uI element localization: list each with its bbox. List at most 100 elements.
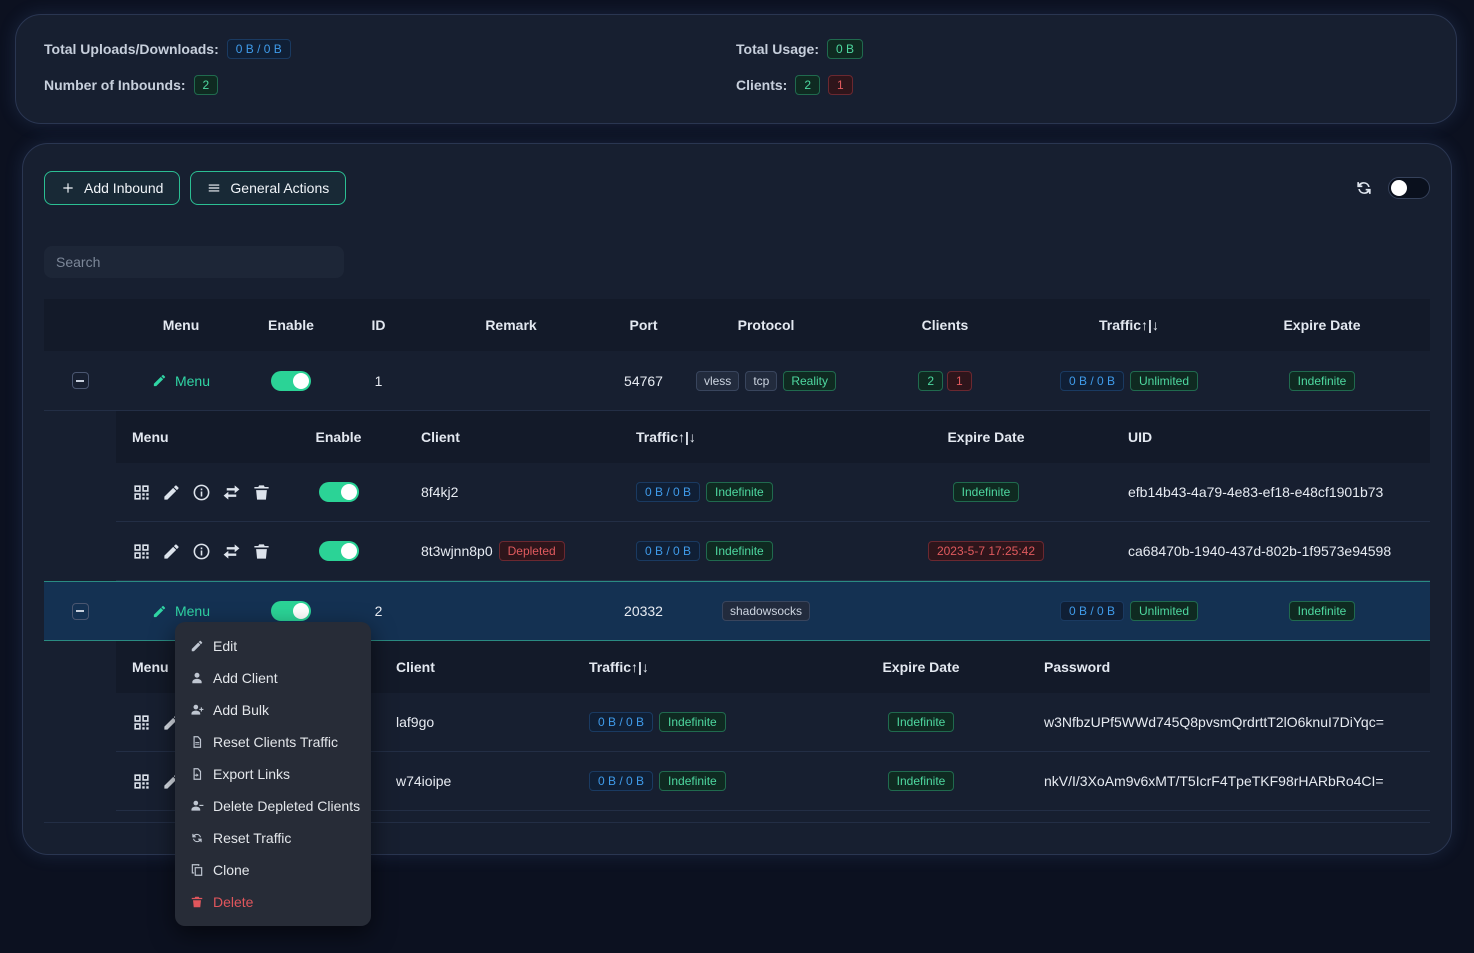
client-expire: Indefinite (881, 482, 1091, 502)
reset-traffic-icon[interactable] (222, 542, 241, 561)
menu-item-reset-clients-traffic[interactable]: Reset Clients Traffic (179, 726, 367, 758)
plus-icon (61, 181, 75, 195)
header-enable: Enable (246, 317, 336, 333)
menu-item-delete-depleted-clients[interactable]: Delete Depleted Clients (179, 790, 367, 822)
stat-clients: Clients: 2 1 (736, 75, 1428, 95)
export-icon (190, 767, 204, 781)
enable-toggle[interactable] (271, 601, 311, 621)
client-actions (116, 483, 301, 502)
edit-client-icon[interactable] (162, 483, 181, 502)
qrcode-icon[interactable] (132, 542, 151, 561)
header-remark: Remark (421, 317, 601, 333)
collapse-row-button[interactable] (72, 372, 89, 389)
client-name-cell: 8t3wjnn8p0 Depleted (376, 541, 601, 561)
header-traffic-sort[interactable]: Traffic↑|↓ (1044, 317, 1214, 333)
traffic-badge: 0 B / 0 B (636, 482, 700, 502)
menu-item-label: Delete Depleted Clients (213, 798, 360, 814)
trash-icon[interactable] (252, 483, 271, 502)
copy-icon (190, 863, 204, 877)
qrcode-icon[interactable] (132, 772, 151, 791)
trash-icon[interactable] (252, 542, 271, 561)
menu-item-label: Add Bulk (213, 702, 269, 718)
traffic-limit-badge: Unlimited (1130, 601, 1198, 621)
header-traffic: Traffic↑|↓ (561, 659, 841, 675)
hamburger-icon (207, 181, 221, 195)
header-client: Client (376, 429, 601, 445)
qrcode-icon[interactable] (132, 483, 151, 502)
client-expire: 2023-5-7 17:25:42 (881, 541, 1091, 561)
header-enable: Enable (301, 429, 376, 445)
menu-item-label: Reset Clients Traffic (213, 734, 338, 750)
menu-item-label: Delete (213, 894, 253, 910)
traffic-limit-badge: Unlimited (1130, 371, 1198, 391)
header-expire-date: Expire Date (841, 659, 1001, 675)
inbounds-page: Total Uploads/Downloads: 0 B / 0 B Total… (0, 0, 1474, 953)
header-menu: Menu (116, 429, 301, 445)
menu-label: Menu (175, 603, 210, 619)
general-actions-label: General Actions (230, 180, 329, 196)
client-password: nkV/I/3XoAm9v6xMT/T5IcrF4TpeTKF98rHARbRo… (1001, 773, 1430, 789)
expire-badge: Indefinite (1289, 371, 1356, 391)
protocol-tag: vless (696, 371, 739, 391)
header-traffic: Traffic↑|↓ (601, 429, 881, 445)
inbounds-count-badge: 2 (194, 75, 219, 95)
add-inbound-label: Add Inbound (84, 180, 163, 196)
header-uid: UID (1091, 429, 1430, 445)
client-name: laf9go (361, 714, 561, 730)
traffic-limit-badge: Indefinite (659, 771, 726, 791)
stat-uploads-downloads: Total Uploads/Downloads: 0 B / 0 B (44, 39, 736, 59)
menu-item-label: Export Links (213, 766, 290, 782)
edit-icon (190, 639, 204, 653)
menu-item-edit[interactable]: Edit (179, 630, 367, 662)
collapse-row-button[interactable] (72, 603, 89, 620)
menu-item-delete[interactable]: Delete (179, 886, 367, 918)
client-traffic: 0 B / 0 B Indefinite (601, 541, 881, 561)
menu-item-add-client[interactable]: Add Client (179, 662, 367, 694)
menu-item-export-links[interactable]: Export Links (179, 758, 367, 790)
trash-icon (190, 895, 204, 909)
expire-badge: Indefinite (888, 771, 955, 791)
client-traffic: 0 B / 0 B Indefinite (561, 771, 841, 791)
inbound-context-menu: Edit Add Client Add Bulk Reset Clients T… (175, 622, 371, 926)
traffic-badge: 0 B / 0 B (636, 541, 700, 561)
user-delete-icon (190, 799, 204, 813)
header-client: Client (361, 659, 561, 675)
stat-total-usage: Total Usage: 0 B (736, 39, 1428, 59)
menu-item-clone[interactable]: Clone (179, 854, 367, 886)
clients-depleted-badge: 1 (828, 75, 853, 95)
inbound-protocols: shadowsocks (686, 601, 846, 621)
reset-traffic-icon[interactable] (222, 483, 241, 502)
user-icon (190, 671, 204, 685)
search-input[interactable] (44, 246, 344, 278)
sync-icon (190, 831, 204, 845)
pencil-icon (152, 604, 167, 619)
clients-active-badge: 2 (795, 75, 820, 95)
inbound-menu-button[interactable]: Menu (146, 372, 216, 390)
traffic-badge: 0 B / 0 B (1060, 601, 1124, 621)
menu-item-add-bulk[interactable]: Add Bulk (179, 694, 367, 726)
edit-client-icon[interactable] (162, 542, 181, 561)
client-row: 8f4kj2 0 B / 0 B Indefinite Indefinite e… (116, 463, 1430, 522)
auto-refresh-toggle[interactable] (1388, 177, 1430, 199)
refresh-icon[interactable] (1354, 178, 1374, 198)
header-expire-date: Expire Date (1214, 317, 1430, 333)
menu-item-reset-traffic[interactable]: Reset Traffic (179, 822, 367, 854)
qrcode-icon[interactable] (132, 713, 151, 732)
client-enable-toggle[interactable] (319, 541, 359, 561)
inbound-id: 1 (336, 373, 421, 389)
add-inbound-button[interactable]: Add Inbound (44, 171, 180, 205)
stat-clients-label: Clients: (736, 77, 787, 93)
inbound-menu-button[interactable]: Menu (146, 602, 216, 620)
enable-toggle[interactable] (271, 371, 311, 391)
info-icon[interactable] (192, 483, 211, 502)
client-enable-toggle[interactable] (319, 482, 359, 502)
traffic-limit-badge: Indefinite (659, 712, 726, 732)
inbound-port: 20332 (601, 603, 686, 619)
header-port: Port (601, 317, 686, 333)
expire-badge: 2023-5-7 17:25:42 (928, 541, 1044, 561)
info-icon[interactable] (192, 542, 211, 561)
general-actions-button[interactable]: General Actions (190, 171, 346, 205)
document-icon (190, 735, 204, 749)
stats-card: Total Uploads/Downloads: 0 B / 0 B Total… (15, 14, 1457, 124)
client-name: w74ioipe (361, 773, 561, 789)
